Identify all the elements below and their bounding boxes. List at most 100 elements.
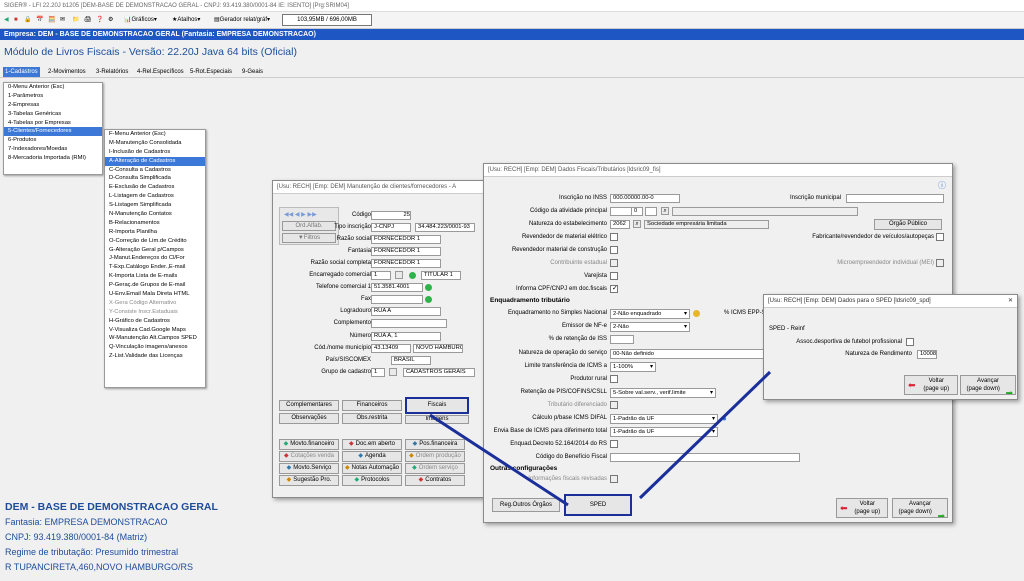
iss-input[interactable] bbox=[610, 335, 634, 344]
rev-construcao-checkbox[interactable] bbox=[610, 246, 618, 254]
email-icon[interactable]: ✉ bbox=[60, 15, 65, 26]
menu2-item[interactable]: W-Manutenção Alt.Campos SPED bbox=[105, 334, 205, 343]
menu2-item[interactable]: D-Consulta Simplificada bbox=[105, 174, 205, 183]
field-input[interactable]: 51.3581.4001 bbox=[371, 283, 423, 292]
back-icon[interactable]: ◀ bbox=[4, 15, 9, 26]
nfe-select[interactable]: 2-Não bbox=[610, 322, 690, 332]
help-icon[interactable]: ❓ bbox=[96, 15, 103, 26]
search-icon[interactable]: ⌕ bbox=[633, 220, 641, 228]
tab-imagens[interactable]: Imagens bbox=[405, 415, 469, 424]
menu2-item[interactable]: F-Menu Anterior (Esc) bbox=[105, 130, 205, 139]
help-icon[interactable]: ⓘ bbox=[938, 180, 946, 191]
lock-icon[interactable]: 🔒 bbox=[24, 15, 31, 26]
action-button[interactable]: ◆ Cotações venda bbox=[279, 451, 339, 462]
info-icon[interactable]: ● bbox=[722, 414, 727, 423]
ord-alfab-button[interactable]: Ord.Alfab. bbox=[282, 221, 336, 231]
menu1-item[interactable]: 0-Menu Anterior (Esc) bbox=[4, 83, 102, 92]
menu2-item[interactable]: L-Listagem de Cadastros bbox=[105, 192, 205, 201]
atividade-sub-input[interactable] bbox=[645, 207, 657, 216]
assoc-checkbox[interactable] bbox=[906, 338, 914, 346]
menu-rot-especiais[interactable]: 5-Rot.Especiais bbox=[188, 67, 234, 77]
action-button[interactable]: ◆ Ordem produção bbox=[405, 451, 465, 462]
action-button[interactable]: ◆ Movto.Serviço bbox=[279, 463, 339, 474]
menu2-item[interactable]: M-Manutenção Consolidada bbox=[105, 139, 205, 148]
field-input-secondary[interactable]: CADASTROS GERAIS bbox=[403, 368, 475, 377]
whatsapp-icon[interactable] bbox=[409, 272, 416, 279]
atalhos-button[interactable]: ★Atalhos▾ bbox=[172, 15, 200, 26]
search-icon[interactable] bbox=[389, 368, 397, 376]
menu2-item[interactable]: B-Relacionamentos bbox=[105, 219, 205, 228]
action-button[interactable]: ◆ Protocolos bbox=[342, 475, 402, 486]
menu1-item[interactable]: 4-Tabelas por Empresas bbox=[4, 119, 102, 128]
print-icon[interactable]: 🖨 bbox=[84, 15, 92, 26]
graficos-button[interactable]: 📊Gráficos▾ bbox=[124, 15, 157, 26]
menu2-item[interactable]: K-Importa Lista de E-mails bbox=[105, 272, 205, 281]
menu2-item[interactable]: S-Listagem Simplificada bbox=[105, 201, 205, 210]
inscricao-municipal-input[interactable] bbox=[846, 194, 944, 203]
tab-fiscais[interactable]: Fiscais bbox=[405, 397, 469, 414]
trib-dif-checkbox[interactable] bbox=[610, 401, 618, 409]
reg-outros-orgaos-button[interactable]: Reg.Outros Órgãos bbox=[492, 498, 560, 512]
menu-cadastros[interactable]: 1-Cadastros bbox=[3, 67, 40, 77]
voltar-button[interactable]: ⬅ Voltar (page up) bbox=[836, 498, 888, 518]
action-button[interactable]: ◆ Contratos bbox=[405, 475, 465, 486]
menu1-item[interactable]: 5-Clientes/Fornecedores bbox=[4, 127, 102, 137]
menu2-item[interactable]: J-Manut.Endereços do Cl/For bbox=[105, 254, 205, 263]
sped-button[interactable]: SPED bbox=[564, 494, 632, 516]
field-input[interactable]: J-CNPJ bbox=[371, 223, 411, 232]
tab-complementares[interactable]: Complementares bbox=[279, 400, 339, 411]
pis-select[interactable]: 5-Sobre val.serv., verif.limite bbox=[610, 388, 716, 398]
menu2-item[interactable]: G-Alteração Geral p/Campos bbox=[105, 246, 205, 255]
field-input[interactable]: FORNECEDOR 1 bbox=[371, 235, 441, 244]
fabricante-checkbox[interactable] bbox=[936, 233, 944, 241]
varejista-checkbox[interactable] bbox=[610, 272, 618, 280]
menu2-item[interactable]: A-Alteração de Cadastros bbox=[105, 156, 205, 166]
menu2-item[interactable]: Y-Consiste Inscr.Estaduais bbox=[105, 308, 205, 317]
gerador-button[interactable]: ▤Gerador relat/gráf▾ bbox=[214, 15, 270, 26]
action-button[interactable]: ◆ Movto.financeiro bbox=[279, 439, 339, 450]
tab-obs-restrita[interactable]: Obs.restrita bbox=[342, 413, 402, 424]
field-input[interactable]: 1 bbox=[371, 271, 391, 280]
calendar-icon[interactable]: 📅 bbox=[36, 15, 43, 26]
field-input[interactable]: RUA A bbox=[371, 307, 441, 316]
field-input[interactable]: FORNECEDOR 1 bbox=[371, 259, 441, 268]
inss-input[interactable]: 000.00000.00-0 bbox=[610, 194, 680, 203]
menu2-item[interactable]: H-Gráfico de Cadastros bbox=[105, 317, 205, 326]
menu2-item[interactable]: Q-Vinculação imagens/anexos bbox=[105, 343, 205, 352]
avancar-button[interactable]: Avançar (page down) ➡ bbox=[892, 498, 948, 518]
action-button[interactable]: ◆ Agenda bbox=[342, 451, 402, 462]
menu2-item[interactable]: P-Geraç.de Grupos de E-mail bbox=[105, 281, 205, 290]
edit-icon[interactable] bbox=[693, 310, 700, 317]
action-button[interactable]: ◆ Pos.financeira bbox=[405, 439, 465, 450]
nav-arrows-icon[interactable]: ◀◀ ◀ ▶ ▶▶ bbox=[284, 211, 317, 218]
contrib-estadual-checkbox[interactable] bbox=[610, 259, 618, 267]
menu-relatorios[interactable]: 3-Relatórios bbox=[94, 67, 130, 77]
info-revisadas-checkbox[interactable] bbox=[610, 475, 618, 483]
nat-rend-input[interactable]: 10008 bbox=[917, 350, 937, 359]
menu-gerais[interactable]: 9-Geais bbox=[240, 67, 265, 77]
folder-icon[interactable]: 📁 bbox=[72, 15, 79, 26]
menu-movimentos[interactable]: 2-Movimentos bbox=[46, 67, 88, 77]
menu2-item[interactable]: T-Exp.Catálogo Ender.,E-mail bbox=[105, 263, 205, 272]
menu2-item[interactable]: X-Gera Código Alternativo bbox=[105, 299, 205, 308]
natureza-code-input[interactable]: 2062 bbox=[610, 220, 630, 229]
difal-select[interactable]: 1-Padrão da UF bbox=[610, 414, 718, 424]
search-icon[interactable] bbox=[395, 271, 403, 279]
field-input[interactable]: 1 bbox=[371, 368, 385, 377]
menu-rel-especificos[interactable]: 4-Rel.Específicos bbox=[135, 67, 186, 77]
atividade-digit-input[interactable]: 0 bbox=[631, 207, 643, 216]
action-button[interactable]: ◆ Ordem serviço bbox=[405, 463, 465, 474]
envia-select[interactable]: 1-Padrão da UF bbox=[610, 427, 718, 437]
menu1-item[interactable]: 6-Produtos bbox=[4, 136, 102, 145]
tab-financeiros[interactable]: Financeiros bbox=[342, 400, 402, 411]
menu1-item[interactable]: 7-Indexadores/Moedas bbox=[4, 145, 102, 154]
menu2-item[interactable]: E-Exclusão de Cadastros bbox=[105, 183, 205, 192]
menu1-item[interactable]: 1-Parâmetros bbox=[4, 92, 102, 101]
menu2-item[interactable]: I-Inclusão de Cadastros bbox=[105, 148, 205, 157]
action-button[interactable]: ◆ Notas Automação bbox=[342, 463, 402, 474]
sped-voltar-button[interactable]: ⬅ Voltar (page up) bbox=[904, 375, 958, 395]
menu2-item[interactable]: O-Correção de Lim.de Crédito bbox=[105, 237, 205, 246]
menu2-item[interactable]: U-Env.Email Mala Direta HTML bbox=[105, 290, 205, 299]
menu2-item[interactable]: C-Consulta a Cadastros bbox=[105, 166, 205, 175]
search-icon[interactable]: ⌕ bbox=[661, 207, 669, 215]
